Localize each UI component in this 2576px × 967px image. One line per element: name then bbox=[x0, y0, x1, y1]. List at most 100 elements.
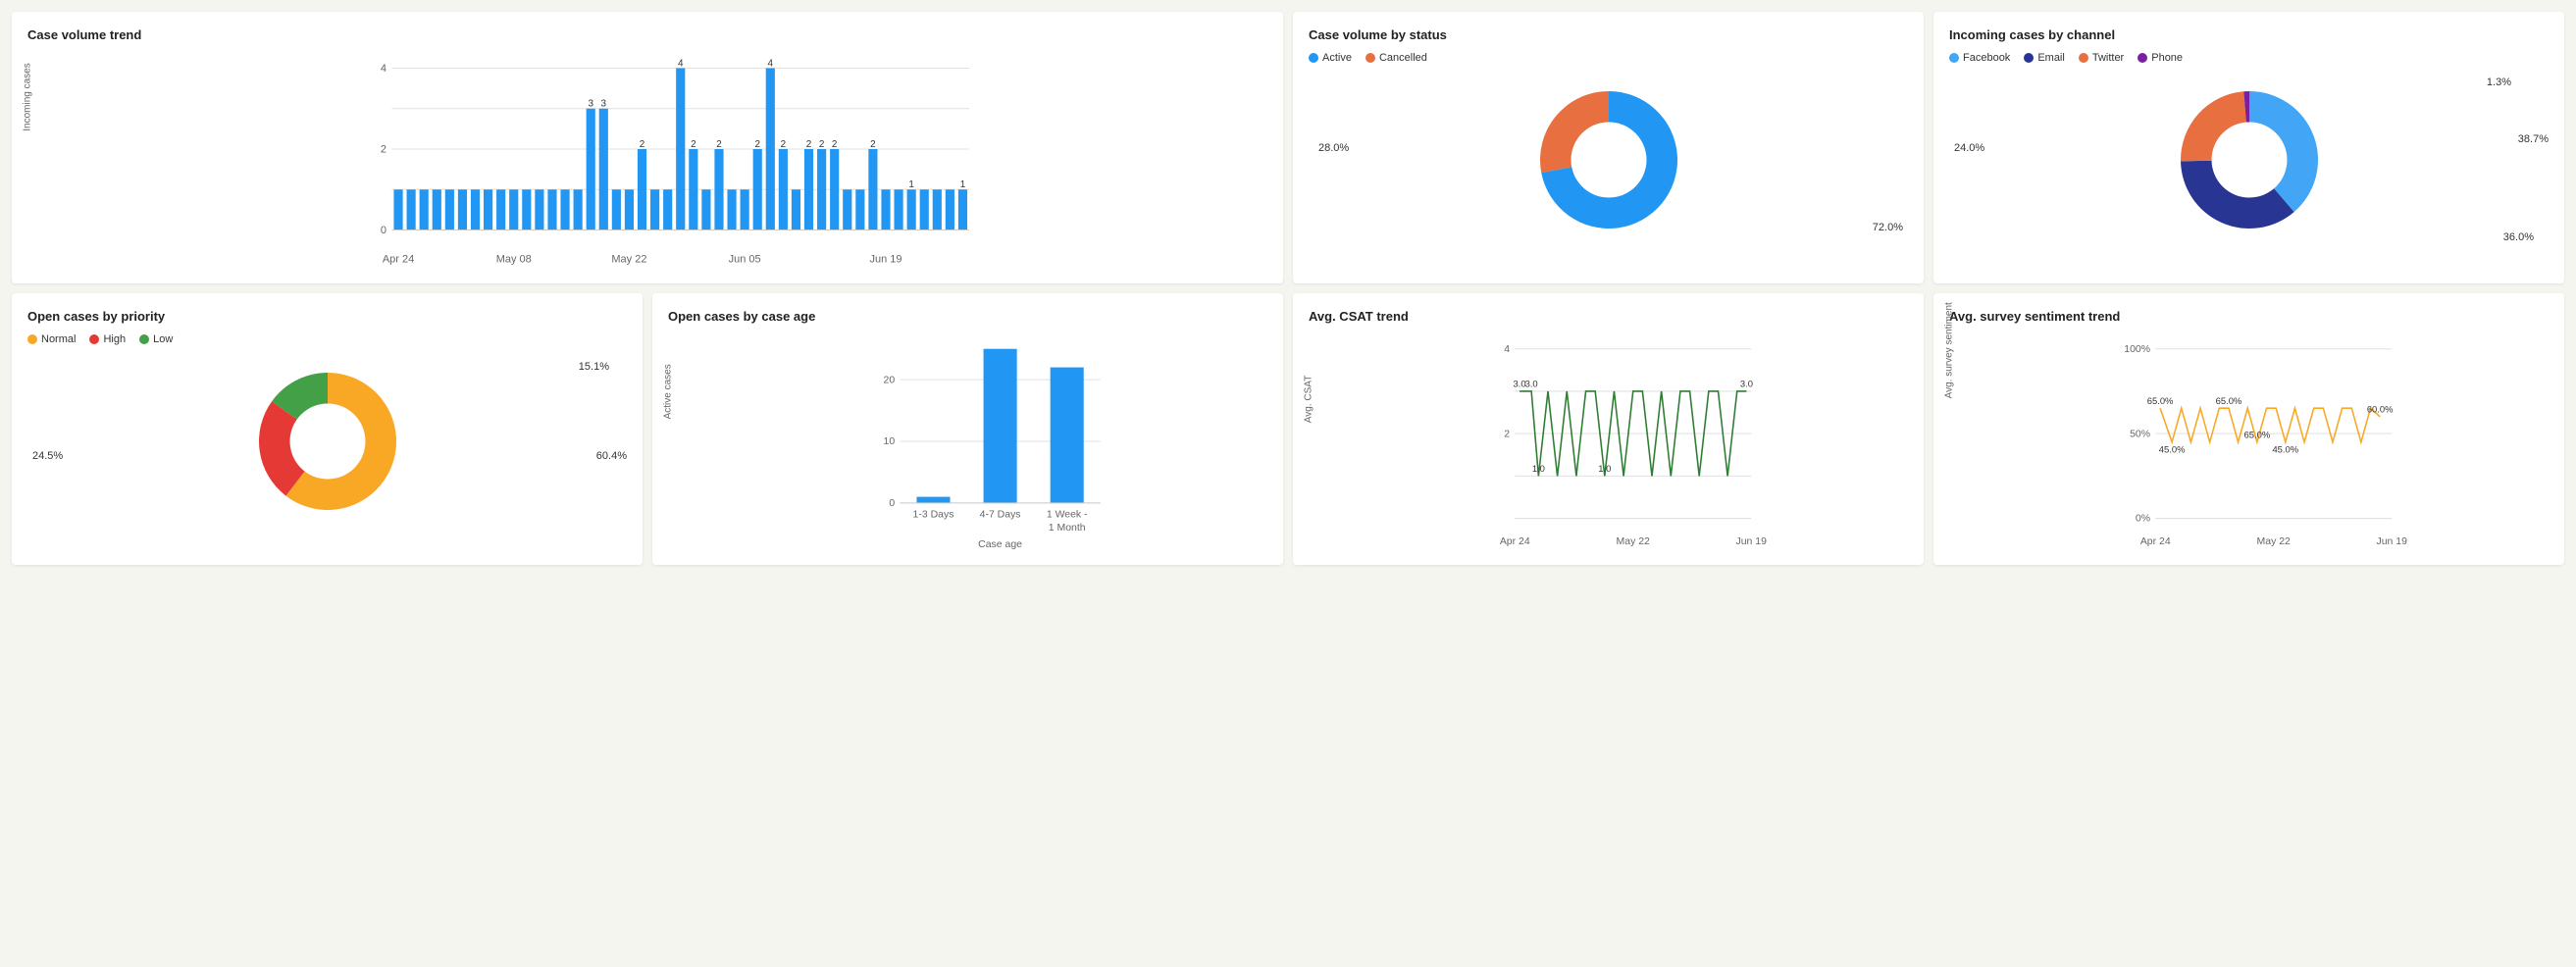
cvt-y-label: Incoming cases bbox=[23, 63, 33, 130]
csat-chart: 243.03.01.01.03.0Apr 24May 22Jun 19 bbox=[1348, 333, 1908, 549]
case-age-chart: 010201-3 Days4-7 Days1 Week -1 MonthCase… bbox=[707, 333, 1267, 549]
status-donut-chart bbox=[1530, 81, 1687, 238]
svg-text:Jun 19: Jun 19 bbox=[869, 254, 902, 266]
priority-low-dot bbox=[139, 334, 149, 344]
priority-card: Open cases by priority Normal High Low 2… bbox=[12, 293, 643, 565]
svg-text:May 08: May 08 bbox=[496, 254, 532, 266]
icc-email-label: Email bbox=[2037, 52, 2065, 64]
incoming-channel-card: Incoming cases by channel Facebook Email… bbox=[1933, 12, 2564, 283]
priority-legend-low: Low bbox=[139, 333, 173, 345]
icc-phone-dot bbox=[2138, 53, 2147, 63]
icc-label-left: 24.0% bbox=[1954, 142, 1984, 154]
case-volume-chart: 024332422242222211Apr 24May 08May 22Jun … bbox=[67, 52, 1267, 268]
svg-text:1 Month: 1 Month bbox=[1049, 523, 1086, 534]
svg-text:45.0%: 45.0% bbox=[2159, 443, 2186, 454]
svg-text:1.0: 1.0 bbox=[1532, 463, 1545, 474]
case-age-y-label: Active cases bbox=[663, 364, 674, 419]
svg-text:2: 2 bbox=[716, 139, 722, 150]
svg-text:2: 2 bbox=[806, 139, 812, 150]
svg-text:3.0: 3.0 bbox=[1525, 379, 1538, 389]
svg-text:4: 4 bbox=[1504, 344, 1510, 355]
svg-text:2: 2 bbox=[819, 139, 825, 150]
icc-legend-twitter: Twitter bbox=[2079, 52, 2124, 64]
svg-text:1: 1 bbox=[908, 179, 914, 190]
svg-text:3: 3 bbox=[601, 99, 607, 110]
svg-text:4: 4 bbox=[768, 58, 774, 69]
priority-legend-high: High bbox=[89, 333, 126, 345]
csat-title: Avg. CSAT trend bbox=[1309, 309, 1908, 324]
svg-text:0%: 0% bbox=[2136, 514, 2150, 525]
case-age-title: Open cases by case age bbox=[668, 309, 1267, 324]
case-volume-status-card: Case volume by status Active Cancelled 2… bbox=[1293, 12, 1924, 283]
svg-text:2: 2 bbox=[691, 139, 696, 150]
svg-text:50%: 50% bbox=[2130, 429, 2150, 439]
svg-text:1-3 Days: 1-3 Days bbox=[913, 510, 954, 521]
priority-high-dot bbox=[89, 334, 99, 344]
icc-legend: Facebook Email Twitter Phone bbox=[1949, 52, 2549, 64]
svg-text:2: 2 bbox=[870, 139, 876, 150]
svg-text:1: 1 bbox=[960, 179, 966, 190]
priority-high-label: High bbox=[103, 333, 126, 345]
svg-text:1.0: 1.0 bbox=[1598, 463, 1611, 474]
svg-text:2: 2 bbox=[1504, 429, 1510, 439]
priority-label-left: 24.5% bbox=[32, 450, 63, 462]
icc-fb-dot bbox=[1949, 53, 1959, 63]
cvs-legend-cancelled: Cancelled bbox=[1365, 52, 1427, 64]
svg-text:65.0%: 65.0% bbox=[2216, 395, 2242, 406]
icc-twitter-label: Twitter bbox=[2092, 52, 2124, 64]
svg-text:1 Week -: 1 Week - bbox=[1047, 510, 1088, 521]
icc-fb-label: Facebook bbox=[1963, 52, 2010, 64]
icc-label-right: 38.7% bbox=[2518, 133, 2549, 145]
svg-text:2: 2 bbox=[754, 139, 760, 150]
icc-phone-label: Phone bbox=[2151, 52, 2183, 64]
svg-text:0: 0 bbox=[381, 225, 386, 236]
icc-legend-email: Email bbox=[2024, 52, 2065, 64]
csat-card: Avg. CSAT trend Avg. CSAT 243.03.01.01.0… bbox=[1293, 293, 1924, 565]
svg-text:60.0%: 60.0% bbox=[2367, 404, 2394, 415]
svg-text:Apr 24: Apr 24 bbox=[383, 254, 414, 266]
svg-text:2: 2 bbox=[381, 143, 386, 155]
svg-text:2: 2 bbox=[781, 139, 787, 150]
case-volume-trend-title: Case volume trend bbox=[27, 27, 1267, 42]
svg-text:Jun 19: Jun 19 bbox=[1735, 536, 1767, 547]
cvs-title: Case volume by status bbox=[1309, 27, 1908, 42]
priority-title: Open cases by priority bbox=[27, 309, 627, 324]
priority-legend: Normal High Low bbox=[27, 333, 627, 345]
svg-text:0: 0 bbox=[889, 498, 895, 509]
icc-legend-facebook: Facebook bbox=[1949, 52, 2010, 64]
icc-twitter-dot bbox=[2079, 53, 2088, 63]
svg-text:Jun 05: Jun 05 bbox=[729, 254, 761, 266]
svg-text:65.0%: 65.0% bbox=[2244, 430, 2271, 440]
svg-text:Case age: Case age bbox=[978, 539, 1022, 549]
svg-text:20: 20 bbox=[884, 375, 896, 385]
svg-text:4-7 Days: 4-7 Days bbox=[980, 510, 1021, 521]
dashboard: Case volume trend Incoming cases 0243324… bbox=[12, 12, 2564, 565]
priority-label-right: 60.4% bbox=[596, 450, 627, 462]
cvs-label-left: 28.0% bbox=[1318, 142, 1349, 154]
svg-text:May 22: May 22 bbox=[2257, 536, 2292, 547]
cvs-legend-active: Active bbox=[1309, 52, 1352, 64]
svg-text:45.0%: 45.0% bbox=[2272, 443, 2298, 454]
svg-text:2: 2 bbox=[832, 139, 838, 150]
sentiment-card: Avg. survey sentiment trend Avg. survey … bbox=[1933, 293, 2564, 565]
priority-normal-label: Normal bbox=[41, 333, 76, 345]
svg-text:65.0%: 65.0% bbox=[2147, 395, 2174, 406]
case-age-card: Open cases by case age Active cases 0102… bbox=[652, 293, 1283, 565]
svg-text:3.0: 3.0 bbox=[1740, 379, 1753, 389]
svg-text:2: 2 bbox=[640, 139, 645, 150]
channel-donut-chart bbox=[2171, 81, 2328, 238]
cvs-label-right: 72.0% bbox=[1873, 222, 1903, 233]
cvs-active-label: Active bbox=[1322, 52, 1352, 64]
icc-legend-phone: Phone bbox=[2138, 52, 2183, 64]
priority-low-label: Low bbox=[153, 333, 173, 345]
icc-title: Incoming cases by channel bbox=[1949, 27, 2549, 42]
cvs-cancelled-dot bbox=[1365, 53, 1375, 63]
cvs-active-dot bbox=[1309, 53, 1318, 63]
svg-text:Apr 24: Apr 24 bbox=[1500, 536, 1530, 547]
svg-text:May 22: May 22 bbox=[611, 254, 646, 266]
svg-text:Jun 19: Jun 19 bbox=[2376, 536, 2407, 547]
priority-legend-normal: Normal bbox=[27, 333, 76, 345]
icc-label-bottom: 36.0% bbox=[2503, 231, 2534, 243]
priority-normal-dot bbox=[27, 334, 37, 344]
priority-donut-chart bbox=[249, 363, 406, 520]
